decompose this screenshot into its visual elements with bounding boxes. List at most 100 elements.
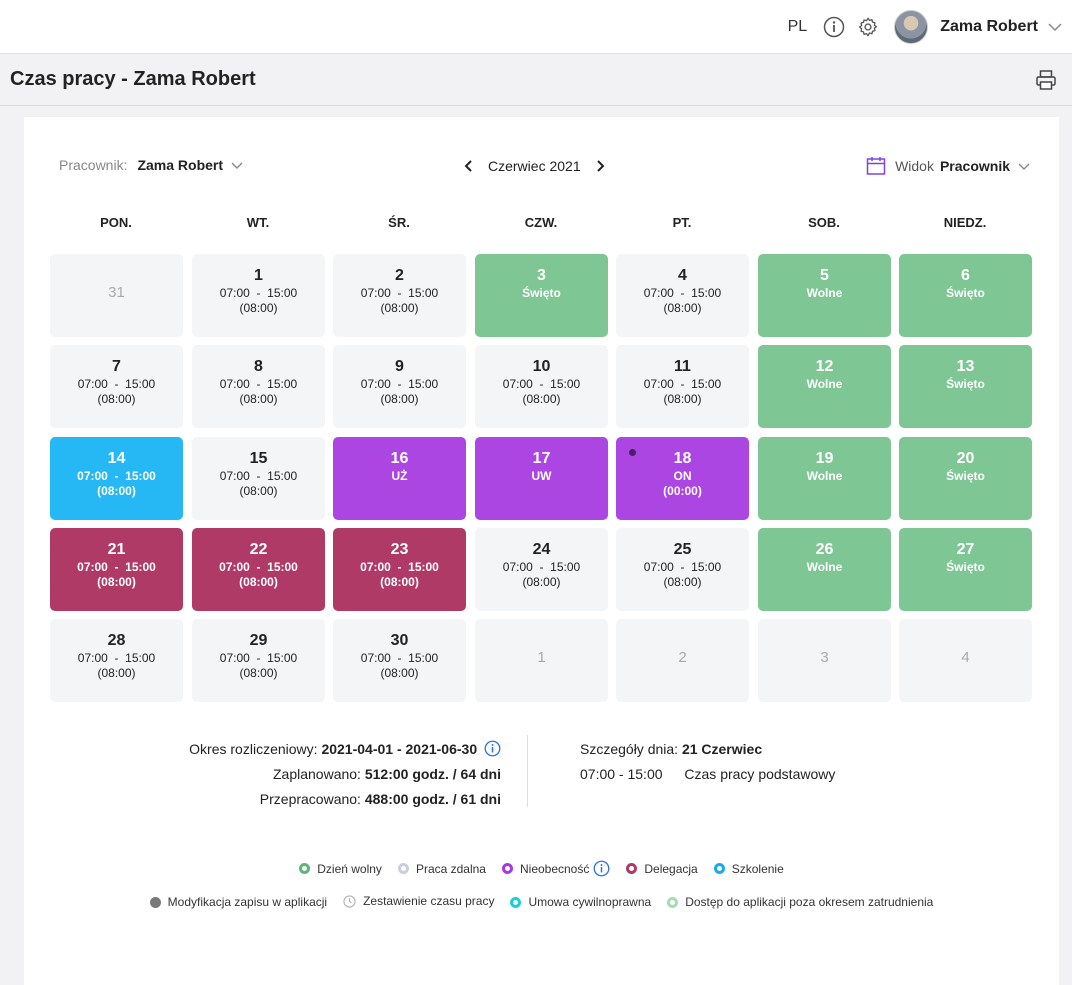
info-icon[interactable] [822,15,846,39]
day-detail-text: 07:00 - 15:00 [643,560,722,574]
legend-marker [667,896,679,908]
info-icon[interactable] [484,740,501,757]
calendar-day[interactable]: 10 07:00 - 15:00 (08:00) [475,345,608,428]
calendar-day[interactable]: 11 07:00 - 15:00 (08:00) [616,345,749,428]
calendar-day[interactable]: 21 07:00 - 15:00 (08:00) [50,528,183,611]
day-detail-text: (00:00) [663,484,702,498]
legend-label: Dzień wolny [317,861,382,876]
view-label: Widok [895,158,934,174]
calendar-day[interactable]: 3 [758,619,891,702]
calendar-day[interactable]: 19 Wolne [758,437,891,520]
day-number: 1 [537,649,546,666]
calendar-day[interactable]: 18 ON (00:00) [616,437,749,520]
calendar-day[interactable]: 20 Święto [899,437,1032,520]
day-detail-text: 07:00 - 15:00 [360,377,439,391]
calendar-day[interactable]: 16 UŻ [333,437,466,520]
day-detail-text: (08:00) [380,575,419,589]
day-number: 17 [532,450,551,467]
employee-select[interactable]: Zama Robert [137,157,223,173]
day-detail-text: (08:00) [239,392,278,406]
employee-filter[interactable]: Pracownik: Zama Robert [59,157,245,173]
day-number: 11 [674,358,691,375]
day-number: 27 [956,541,975,558]
legend-marker [299,863,311,874]
calendar-day[interactable]: 3 Święto [475,254,608,337]
calendar-day[interactable]: 6 Święto [899,254,1032,337]
calendar-day[interactable]: 7 07:00 - 15:00 (08:00) [50,345,183,428]
day-number: 22 [249,541,268,558]
chevron-down-icon[interactable] [1046,18,1064,36]
day-detail-text: 07:00 - 15:00 [77,377,156,391]
day-number: 7 [112,358,121,375]
weekday-label: SOB. [808,215,840,230]
calendar-day[interactable]: 13 Święto [899,345,1032,428]
avatar[interactable] [894,10,929,44]
calendar-day[interactable]: 30 07:00 - 15:00 (08:00) [333,619,466,702]
day-detail-text: (08:00) [239,484,278,498]
day-number: 13 [956,358,975,375]
day-detail-text: 07:00 - 15:00 [643,377,722,391]
calendar-day[interactable]: 4 [899,619,1032,702]
calendar-icon [866,157,886,175]
details-time: 07:00 - 15:00 [580,766,663,782]
day-number: 2 [678,649,687,666]
calendar-day[interactable]: 22 07:00 - 15:00 (08:00) [192,528,325,611]
info-icon[interactable] [593,860,610,877]
calendar-day[interactable]: 31 [50,254,183,337]
calendar-day[interactable]: 26 Wolne [758,528,891,611]
calendar-day[interactable]: 2 07:00 - 15:00 (08:00) [333,254,466,337]
gear-icon[interactable] [856,15,880,39]
chevron-left-icon[interactable] [460,157,478,175]
calendar-day[interactable]: 15 07:00 - 15:00 (08:00) [192,437,325,520]
calendar-day[interactable]: 1 [475,619,608,702]
day-number: 16 [390,450,409,467]
day-number: 10 [532,358,551,375]
day-detail-text: 07:00 - 15:00 [219,377,298,391]
chevron-down-icon[interactable] [229,157,245,173]
calendar-day[interactable]: 5 Wolne [758,254,891,337]
calendar-day[interactable]: 29 07:00 - 15:00 (08:00) [192,619,325,702]
calendar-day[interactable]: 12 Wolne [758,345,891,428]
day-number: 20 [956,450,975,467]
day-detail-text: Święto [946,377,985,391]
calendar-day[interactable]: 24 07:00 - 15:00 (08:00) [475,528,608,611]
chevron-down-icon[interactable] [1016,158,1032,174]
language-switch[interactable]: PL [788,18,808,36]
legend-item: Szkolenie [713,862,784,876]
day-detail-text: 07:00 - 15:00 [360,560,439,574]
day-detail-text: 07:00 - 15:00 [77,469,156,483]
calendar-day[interactable]: 4 07:00 - 15:00 (08:00) [616,254,749,337]
calendar-day[interactable]: 27 Święto [899,528,1032,611]
calendar-day[interactable]: 1 07:00 - 15:00 (08:00) [192,254,325,337]
calendar-day[interactable]: 9 07:00 - 15:00 (08:00) [333,345,466,428]
current-month: Czerwiec 2021 [488,158,581,174]
calendar-day[interactable]: 28 07:00 - 15:00 (08:00) [50,619,183,702]
calendar-day[interactable]: 14 07:00 - 15:00 (08:00) [50,437,183,520]
day-detail-text: Wolne [806,560,843,574]
day-number: 4 [678,267,687,284]
calendar-day[interactable]: 25 07:00 - 15:00 (08:00) [616,528,749,611]
calendar-day[interactable]: 23 07:00 - 15:00 (08:00) [333,528,466,611]
day-detail-text: 07:00 - 15:00 [219,286,298,300]
chevron-right-icon[interactable] [591,157,609,175]
weekday-label: ŚR. [388,215,410,230]
day-detail-text: (08:00) [380,301,419,315]
day-detail-text: 07:00 - 15:00 [77,651,156,665]
day-number: 5 [820,267,829,284]
calendar-day[interactable]: 17 UW [475,437,608,520]
day-detail-text: 07:00 - 15:00 [502,560,581,574]
calendar-day[interactable]: 8 07:00 - 15:00 (08:00) [192,345,325,428]
day-detail-text: (08:00) [380,666,419,680]
details-label: Szczegóły dnia: [580,741,679,757]
legend-item: Zestawienie czasu pracy [343,894,494,908]
view-select[interactable]: Pracownik [940,158,1010,174]
details-description: Czas pracy podstawowy [684,766,836,782]
print-icon[interactable] [1034,68,1058,92]
view-selector[interactable]: Widok Pracownik [865,155,1032,177]
day-number: 15 [249,450,268,467]
user-name[interactable]: Zama Robert [940,18,1038,36]
legend-item: Dzień wolny [299,862,382,876]
page-title: Czas pracy - Zama Robert [10,68,256,90]
day-detail-text: 07:00 - 15:00 [360,651,439,665]
calendar-day[interactable]: 2 [616,619,749,702]
